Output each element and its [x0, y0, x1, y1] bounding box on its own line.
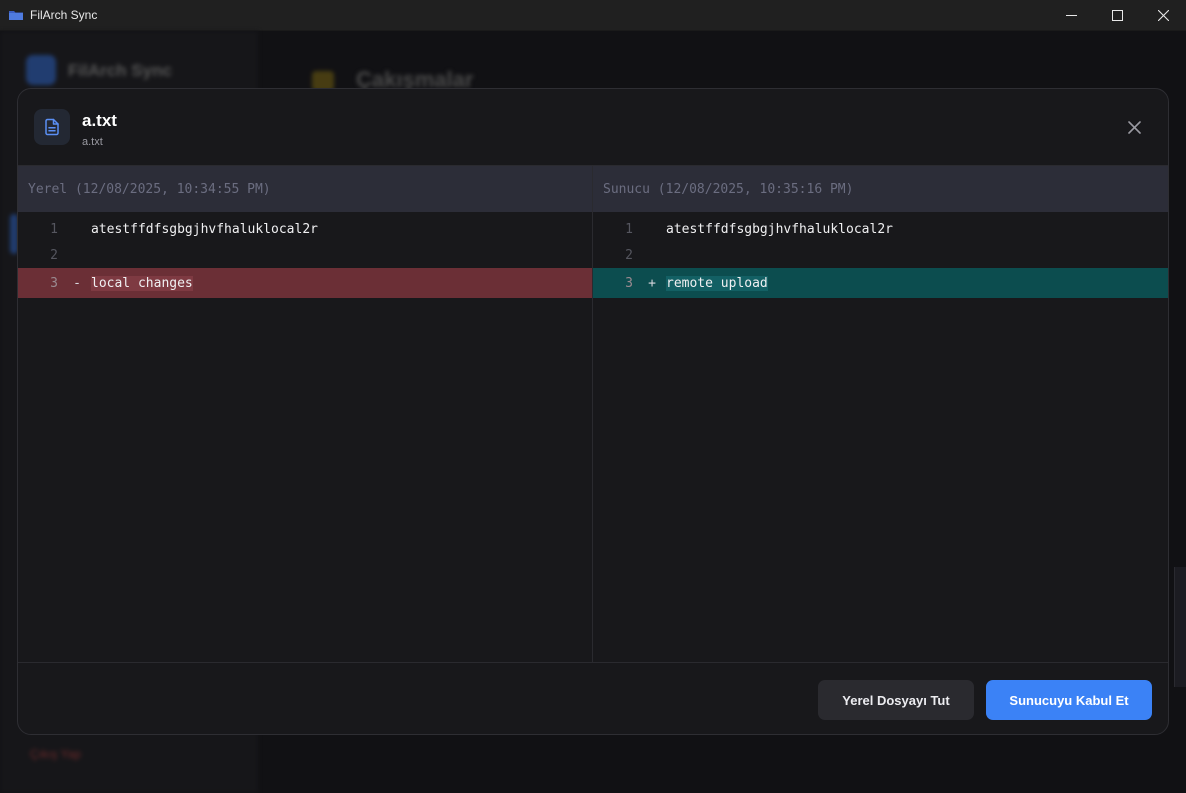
accept-server-button[interactable]: Sunucuyu Kabul Et	[986, 680, 1152, 720]
diff-marker: +	[648, 275, 656, 291]
local-pane-header: Yerel (12/08/2025, 10:34:55 PM)	[18, 166, 592, 212]
server-pane-header: Sunucu (12/08/2025, 10:35:16 PM)	[593, 166, 1168, 212]
close-dialog-button[interactable]	[1124, 117, 1144, 137]
maximize-button[interactable]	[1094, 0, 1140, 31]
local-code: 1 atestffdfsgbgjhvfhaluklocal2r 2 3 - lo…	[18, 212, 592, 298]
window-controls	[1048, 0, 1186, 31]
line-number: 1	[625, 221, 633, 237]
line-number: 2	[50, 247, 58, 263]
added-line: 3 + remote upload	[593, 268, 1168, 298]
removed-line: 3 - local changes	[18, 268, 592, 298]
line-number: 2	[625, 247, 633, 263]
server-pane: Sunucu (12/08/2025, 10:35:16 PM) 1 atest…	[593, 166, 1168, 662]
minimize-icon	[1065, 15, 1077, 16]
server-code: 1 atestffdfsgbgjhvfhaluklocal2r 2 3 + re…	[593, 212, 1168, 298]
app-logo	[26, 55, 56, 85]
local-pane: Yerel (12/08/2025, 10:34:55 PM) 1 atestf…	[18, 166, 593, 662]
line-text: atestffdfsgbgjhvfhaluklocal2r	[666, 221, 893, 237]
line-text: remote upload	[666, 275, 768, 291]
close-icon	[1157, 10, 1169, 21]
line-number: 1	[50, 221, 58, 237]
sidebar-app-name: FilArch Sync	[68, 61, 172, 80]
line-number: 3	[625, 275, 633, 291]
keep-local-button[interactable]: Yerel Dosyayı Tut	[818, 680, 974, 720]
line-number: 3	[50, 275, 58, 291]
logout-button[interactable]: Çıkış Yap	[30, 747, 81, 761]
side-panel-edge	[1174, 567, 1186, 687]
file-icon-container	[34, 109, 70, 145]
dialog-footer: Yerel Dosyayı Tut Sunucuyu Kabul Et	[18, 662, 1168, 734]
diff-view: Yerel (12/08/2025, 10:34:55 PM) 1 atestf…	[18, 166, 1168, 662]
line-text: local changes	[91, 275, 193, 291]
dialog-subtitle: a.txt	[82, 136, 103, 148]
code-line: 2	[593, 242, 1168, 268]
dialog-header: a.txt a.txt	[18, 89, 1168, 166]
window-title: FilArch Sync	[30, 8, 98, 22]
minimize-button[interactable]	[1048, 0, 1094, 31]
code-line: 1 atestffdfsgbgjhvfhaluklocal2r	[18, 216, 592, 242]
code-line: 2	[18, 242, 592, 268]
diff-marker: -	[73, 275, 81, 291]
folder-sync-icon	[9, 11, 23, 20]
close-window-button[interactable]	[1140, 0, 1186, 31]
close-icon	[1127, 120, 1141, 134]
code-line: 1 atestffdfsgbgjhvfhaluklocal2r	[593, 216, 1168, 242]
file-text-icon	[45, 118, 59, 136]
line-text: atestffdfsgbgjhvfhaluklocal2r	[91, 221, 318, 237]
maximize-icon	[1111, 10, 1123, 21]
dialog-title: a.txt	[82, 111, 117, 130]
window-titlebar: FilArch Sync	[0, 0, 1186, 31]
diff-dialog: a.txt a.txt Yerel (12/08/2025, 10:34:55 …	[17, 88, 1169, 735]
